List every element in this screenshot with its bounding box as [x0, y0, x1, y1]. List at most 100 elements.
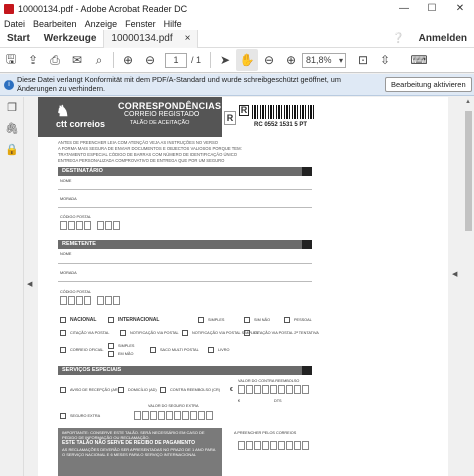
checkbox-nacional[interactable]	[60, 317, 66, 323]
vertical-scrollbar[interactable]: ▲	[463, 97, 474, 476]
label-nacional: NACIONAL	[70, 317, 97, 323]
menu-bar: Datei Bearbeiten Anzeige Fenster Hilfe	[0, 17, 474, 30]
postal-code-boxes-rem[interactable]	[60, 296, 120, 305]
scroll-up-icon[interactable]: ▲	[465, 99, 471, 105]
attachment-icon[interactable]: 🖇	[0, 118, 24, 139]
more-tools-icon[interactable]: ⌨	[408, 49, 430, 71]
checkbox-sim[interactable]	[244, 317, 250, 323]
checkbox-em-mao[interactable]	[108, 351, 114, 357]
search-icon[interactable]: ⌕	[88, 49, 110, 71]
zoom-select[interactable]: 81,8%	[302, 52, 347, 68]
r-label: R	[239, 105, 249, 116]
label-simples-2: SIMPLES	[118, 344, 135, 348]
info-icon: i	[4, 79, 14, 90]
label-valor-reembolso: VALOR DO CONTRA REEMBOLSO	[238, 379, 300, 383]
enable-editing-button[interactable]: Bearbeitung aktivieren	[385, 77, 472, 92]
menu-anzeige[interactable]: Anzeige	[81, 19, 122, 29]
tab-start[interactable]: Start	[0, 30, 37, 48]
checkbox-simples[interactable]	[198, 317, 204, 323]
label-euro-small: €	[238, 399, 241, 403]
label-contra: CONTRA REEMBOLSO (CR)	[170, 388, 220, 392]
tab-bar: Start Werkzeuge 10000134.pdf × ❔ Anmelde…	[0, 29, 474, 48]
cursor-icon[interactable]: ➤	[214, 49, 236, 71]
euro-sign: €	[230, 387, 233, 393]
checkbox-pessoal[interactable]	[284, 317, 290, 323]
upload-icon[interactable]: ⇪	[22, 49, 44, 71]
label-domicilio: DOMICÍLIO (AD)	[128, 388, 157, 392]
tab-document[interactable]: 10000134.pdf ×	[103, 29, 199, 48]
label-aviso: AVISO DE RECEPÇÃO (AR)	[70, 388, 119, 392]
save-icon[interactable]: 🖫	[0, 49, 22, 71]
label-livro: LIVRO	[218, 348, 230, 352]
checkbox-aviso[interactable]	[60, 387, 66, 393]
checkbox-notificacao-simples[interactable]	[182, 330, 188, 336]
checkbox-oficial[interactable]	[60, 347, 66, 353]
label-citacao: CITAÇÃO VIA POSTAL	[70, 331, 110, 335]
intro-text-1: ANTES DE PREENCHER LEIA COM ATENÇÃO VEJA…	[58, 140, 219, 145]
label-notificacao: NOTIFICAÇÃO VIA POSTAL	[130, 331, 179, 335]
seguro-boxes[interactable]	[134, 411, 213, 420]
reembolso-boxes[interactable]	[238, 385, 309, 394]
label-oficial: CORREIO OFICIAL	[70, 348, 104, 352]
page-number-input[interactable]: 1	[165, 52, 187, 68]
tab-document-icon[interactable]: ❔	[385, 30, 411, 48]
arrow-up-icon[interactable]: ⊕	[117, 49, 139, 71]
label-dts: DTS	[274, 399, 282, 403]
stamp-boxes	[238, 441, 309, 450]
section-remetente: REMETENTE	[58, 240, 312, 249]
label-codigo-postal-rem: CÓDIGO POSTAL	[60, 290, 92, 294]
menu-bearbeiten[interactable]: Bearbeiten	[29, 19, 81, 29]
menu-datei[interactable]: Datei	[0, 19, 29, 29]
pages-icon[interactable]: ❐	[0, 97, 24, 118]
zoom-out-icon[interactable]: ⊖	[258, 49, 280, 71]
menu-fenster[interactable]: Fenster	[121, 19, 160, 29]
checkbox-seguro[interactable]	[60, 413, 66, 419]
tab-tools[interactable]: Werkzeuge	[37, 30, 104, 48]
page-view-icon[interactable]: ⊡	[352, 49, 374, 71]
doc-title: CORRESPONDÊNCIAS	[118, 101, 222, 111]
label-saco: SACO MULTI POSTAL	[160, 348, 199, 352]
checkbox-contra[interactable]	[160, 387, 166, 393]
scroll-mode-icon[interactable]: ⇳	[374, 49, 396, 71]
r-box: R	[224, 111, 236, 125]
menu-hilfe[interactable]: Hilfe	[160, 19, 186, 29]
print-icon[interactable]: ⎙	[44, 49, 66, 71]
doc-subtitle2: TALÃO DE ACEITAÇÃO	[130, 120, 190, 126]
minimize-button[interactable]: —	[390, 3, 418, 14]
checkbox-citacao-2[interactable]	[244, 330, 250, 336]
label-morada: MORADA	[60, 197, 77, 201]
mail-icon[interactable]: ✉	[66, 49, 88, 71]
acrobat-icon	[4, 3, 14, 14]
zoom-in-icon[interactable]: ⊕	[280, 49, 302, 71]
label-citacao-2: CITAÇÃO VIA POSTAL 2ª TENTATIVA	[254, 331, 319, 335]
arrow-down-icon[interactable]: ⊖	[139, 49, 161, 71]
security-icon[interactable]: 🔒	[0, 139, 24, 160]
signin-button[interactable]: Anmelden	[412, 30, 474, 48]
checkbox-citacao[interactable]	[60, 330, 66, 336]
checkbox-notificacao[interactable]	[120, 330, 126, 336]
info-bar: i Diese Datei verlangt Konformität mit d…	[0, 74, 474, 96]
checkbox-saco[interactable]	[150, 347, 156, 353]
checkbox-internacional[interactable]	[108, 317, 114, 323]
label-valor-seguro: VALOR DO SEGURO EXTRA	[148, 404, 199, 408]
scrollbar-thumb[interactable]	[465, 111, 472, 231]
close-button[interactable]: ✕	[446, 3, 474, 14]
checkbox-domicilio[interactable]	[118, 387, 124, 393]
pdf-page: ♞ ctt correios CORRESPONDÊNCIAS CORREIO R…	[38, 97, 448, 476]
page-count: / 1	[191, 55, 202, 65]
label-seguro: SEGURO EXTRA	[70, 414, 101, 418]
collapse-right-icon[interactable]: ◀	[452, 270, 457, 278]
tab-close-icon[interactable]: ×	[185, 30, 191, 48]
checkbox-livro[interactable]	[208, 347, 214, 353]
checkbox-simples-2[interactable]	[108, 343, 114, 349]
title-bar: 10000134.pdf - Adobe Acrobat Reader DC —…	[0, 0, 474, 17]
section-destinatario: DESTINATÁRIO	[58, 167, 312, 176]
info-message: Diese Datei verlangt Konformität mit dem…	[17, 75, 341, 93]
label-nome: NOME	[60, 179, 72, 183]
hand-icon[interactable]: ✋	[236, 49, 259, 71]
window-title: 10000134.pdf - Adobe Acrobat Reader DC	[18, 3, 188, 14]
maximize-button[interactable]: ☐	[418, 3, 446, 14]
postal-code-boxes[interactable]	[60, 221, 120, 230]
collapse-left-icon[interactable]: ◀	[27, 280, 32, 288]
label-stamp: A PREENCHER PELOS CORREIOS	[234, 431, 297, 435]
